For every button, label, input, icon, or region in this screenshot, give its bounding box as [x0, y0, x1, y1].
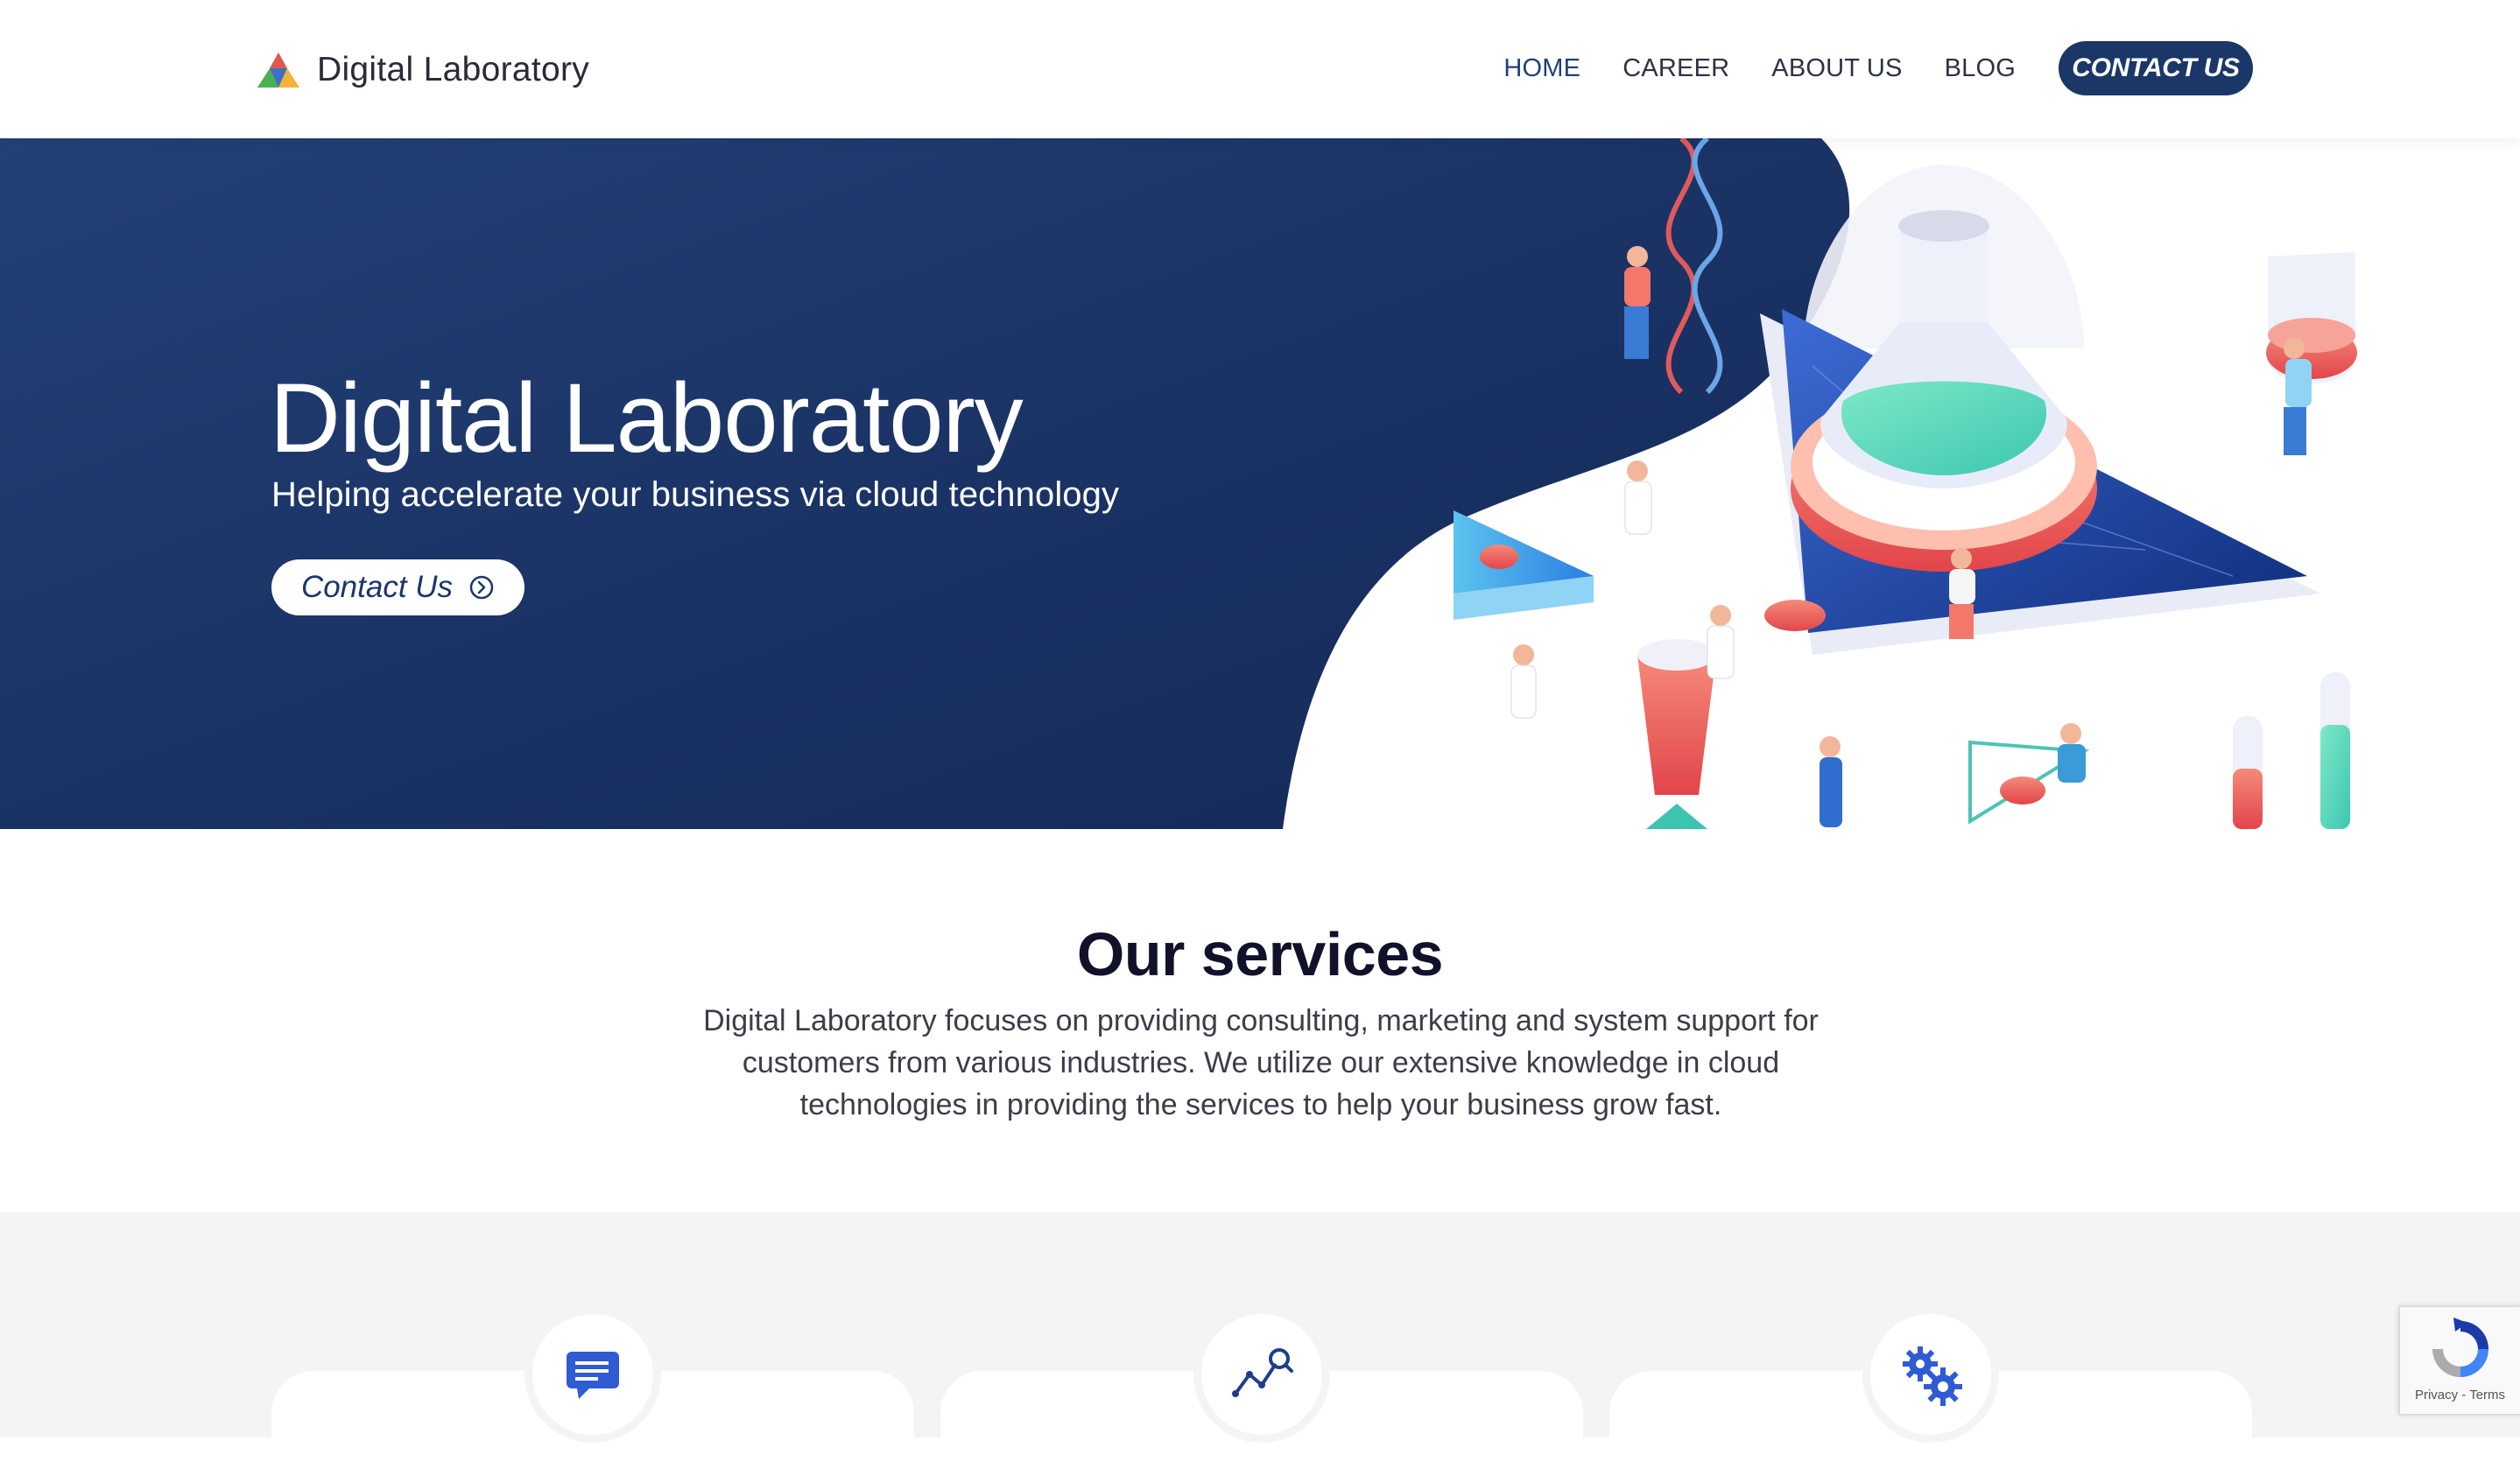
hero-subtitle: Helping accelerate your business via clo…: [271, 475, 1120, 514]
brand-logo[interactable]: Digital Laboratory: [254, 46, 589, 95]
service-icon-badge: [524, 1306, 661, 1443]
gears-icon: [1903, 1346, 1962, 1406]
services-title: Our services: [1076, 920, 1444, 988]
nav-about-us[interactable]: ABOUT US: [1771, 54, 1902, 83]
hero-section: Digital Laboratory Helping accelerate yo…: [0, 138, 2520, 829]
brand-name: Digital Laboratory: [317, 51, 590, 88]
services-description: Digital Laboratory focuses on providing …: [703, 1004, 1819, 1121]
nav-contact-us-button[interactable]: CONTACT US: [2059, 41, 2253, 95]
analytics-search-icon: [1232, 1348, 1293, 1397]
service-icon-badge: [1193, 1306, 1330, 1443]
recaptcha-privacy-link[interactable]: Privacy: [2415, 1388, 2458, 1402]
nav-home[interactable]: HOME: [1503, 54, 1580, 83]
recaptcha-logo-icon: [2432, 1318, 2488, 1377]
nav-career[interactable]: CAREER: [1623, 54, 1729, 83]
laboratory-illustration: [1454, 138, 2357, 829]
hero-contact-button[interactable]: Contact Us: [271, 559, 524, 615]
recaptcha-badge[interactable]: Privacy - Terms: [2399, 1306, 2520, 1415]
recaptcha-links: Privacy - Terms: [2415, 1388, 2505, 1402]
logo-icon: [257, 53, 299, 88]
recaptcha-separator: -: [2458, 1388, 2470, 1402]
site-header: Digital Laboratory HOME CAREER ABOUT US …: [0, 0, 2520, 138]
chat-icon: [567, 1352, 619, 1399]
nav-blog[interactable]: BLOG: [1945, 54, 2016, 83]
arrow-circle-right-icon: [469, 575, 494, 600]
recaptcha-terms-link[interactable]: Terms: [2469, 1388, 2505, 1402]
main-nav: HOME CAREER ABOUT US BLOG CONTACT US: [1461, 41, 2253, 95]
hero-title: Digital Laboratory: [270, 363, 1024, 473]
hero-contact-label: Contact Us: [300, 570, 454, 604]
service-icon-badge: [1862, 1306, 1999, 1443]
